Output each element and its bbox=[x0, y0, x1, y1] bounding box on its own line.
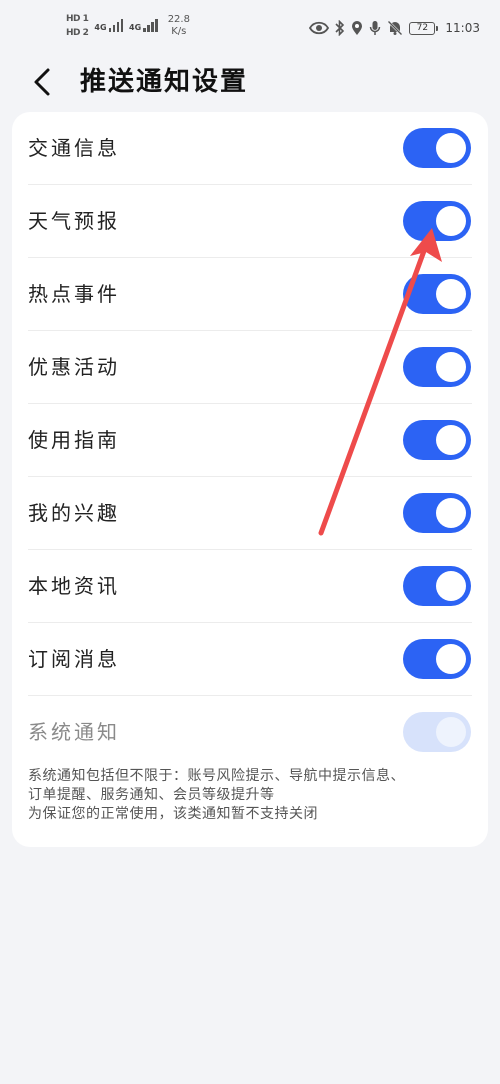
toggle-switch[interactable] bbox=[403, 201, 471, 241]
status-bar-left: HD 1 HD 2 4G 4G 22.8 K/s bbox=[66, 14, 190, 38]
page-title: 推送通知设置 bbox=[80, 67, 249, 97]
toggle-knob bbox=[436, 206, 466, 236]
setting-row-interests: 我的兴趣 bbox=[12, 477, 488, 550]
toggle-knob bbox=[436, 425, 466, 455]
signal-bars-icon bbox=[108, 16, 124, 32]
microphone-icon bbox=[370, 21, 381, 35]
network-speed-value: 22.8 bbox=[167, 14, 190, 25]
toggle-switch[interactable] bbox=[403, 347, 471, 387]
toggle-switch[interactable] bbox=[403, 274, 471, 314]
setting-label: 交通信息 bbox=[28, 136, 120, 160]
bluetooth-icon bbox=[335, 20, 345, 36]
toggle-knob bbox=[436, 644, 466, 674]
eye-icon bbox=[309, 21, 330, 35]
network-speed: 22.8 K/s bbox=[168, 14, 190, 38]
hd1-badge: HD 1 bbox=[66, 14, 89, 24]
setting-row-system: 系统通知 bbox=[12, 696, 488, 769]
network-speed-unit: K/s bbox=[171, 26, 187, 37]
setting-row-local-news: 本地资讯 bbox=[12, 550, 488, 623]
setting-row-traffic: 交通信息 bbox=[12, 112, 488, 185]
toggle-switch[interactable] bbox=[403, 128, 471, 168]
setting-row-subscriptions: 订阅消息 bbox=[12, 623, 488, 696]
toggle-knob bbox=[436, 352, 466, 382]
setting-label: 本地资讯 bbox=[28, 574, 120, 598]
toggle-switch[interactable] bbox=[403, 639, 471, 679]
setting-label: 天气预报 bbox=[28, 209, 120, 233]
network-type-2: 4G bbox=[129, 23, 142, 32]
toggle-switch[interactable] bbox=[403, 566, 471, 606]
toggle-switch[interactable] bbox=[403, 493, 471, 533]
toggle-knob bbox=[436, 717, 466, 747]
toggle-knob bbox=[436, 571, 466, 601]
signal-2: 4G bbox=[129, 16, 158, 32]
hd2-badge: HD 2 bbox=[66, 28, 89, 38]
hd-indicators: HD 1 HD 2 bbox=[66, 14, 89, 38]
toggle-knob bbox=[436, 279, 466, 309]
clock: 11:03 bbox=[445, 21, 480, 35]
status-bar-right: 72 11:03 bbox=[309, 20, 480, 36]
setting-label: 系统通知 bbox=[28, 720, 120, 744]
setting-label: 优惠活动 bbox=[28, 355, 120, 379]
page-header: 推送通知设置 bbox=[0, 56, 500, 108]
chevron-left-icon bbox=[34, 68, 50, 96]
settings-card: 交通信息 天气预报 热点事件 优惠活动 使用指南 我的兴趣 本地资讯 订阅消息 bbox=[12, 112, 488, 847]
toggle-switch[interactable] bbox=[403, 420, 471, 460]
battery-icon: 72 bbox=[409, 21, 439, 35]
toggle-knob bbox=[436, 133, 466, 163]
setting-row-promotions: 优惠活动 bbox=[12, 331, 488, 404]
setting-label: 使用指南 bbox=[28, 428, 120, 452]
system-notice-footnote: 系统通知包括但不限于：账号风险提示、导航中提示信息、 订单提醒、服务通知、会员等… bbox=[28, 767, 476, 824]
signal-1: 4G bbox=[94, 16, 124, 32]
toggle-knob bbox=[436, 498, 466, 528]
toggle-switch-disabled bbox=[403, 712, 471, 752]
status-bar: HD 1 HD 2 4G 4G 22.8 K/s 72 11:03 bbox=[0, 0, 500, 56]
footnote-line: 为保证您的正常使用，该类通知暂不支持关闭 bbox=[28, 806, 318, 822]
footnote-line: 系统通知包括但不限于：账号风险提示、导航中提示信息、 bbox=[28, 768, 405, 784]
footnote-line: 订单提醒、服务通知、会员等级提升等 bbox=[28, 787, 275, 803]
setting-label: 热点事件 bbox=[28, 282, 120, 306]
setting-label: 订阅消息 bbox=[28, 647, 120, 671]
signal-bars-icon bbox=[143, 16, 158, 32]
setting-label: 我的兴趣 bbox=[28, 501, 120, 525]
setting-row-hot-events: 热点事件 bbox=[12, 258, 488, 331]
location-icon bbox=[352, 21, 363, 35]
setting-row-weather: 天气预报 bbox=[12, 185, 488, 258]
mute-bell-icon bbox=[388, 20, 403, 36]
network-type-1: 4G bbox=[94, 23, 107, 32]
setting-row-guide: 使用指南 bbox=[12, 404, 488, 477]
back-button[interactable] bbox=[22, 62, 62, 102]
